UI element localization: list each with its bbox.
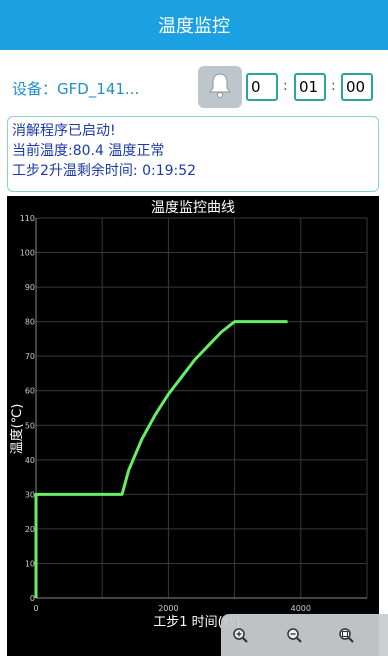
y-tick-label: 70	[25, 352, 35, 361]
y-tick-label: 30	[25, 490, 35, 499]
x-tick-label: 2000	[158, 604, 178, 613]
timer-separator: :	[283, 78, 288, 94]
y-tick-label: 60	[25, 387, 35, 396]
y-tick-label: 110	[20, 214, 35, 223]
chart-svg: 温度监控曲线 工步1 时间(秒) 温度(℃) 01020304050607080…	[9, 200, 368, 630]
zoom-out-icon	[287, 628, 302, 643]
zoom-reset-icon	[339, 628, 354, 643]
zoom-reset-button[interactable]	[335, 624, 357, 646]
timer-minutes-field[interactable]: 01	[294, 73, 326, 101]
y-tick-label: 90	[25, 283, 35, 292]
y-tick-label: 50	[25, 421, 35, 430]
zoom-out-button[interactable]	[283, 624, 305, 646]
page-title: 温度监控	[158, 16, 230, 37]
status-line: 消解程序已启动!	[12, 123, 116, 139]
bell-icon	[205, 70, 235, 104]
zoom-in-icon	[233, 628, 248, 643]
y-tick-label: 20	[25, 525, 35, 534]
status-line: 工步2升温剩余时间: 0:19:52	[12, 163, 197, 179]
y-tick-label: 10	[25, 559, 35, 568]
device-label: 设备：GFD_141...	[12, 80, 140, 98]
y-tick-label: 80	[25, 318, 35, 327]
temperature-chart: 温度监控曲线 工步1 时间(秒) 温度(℃) 0 10 20 30 40 50 60 70 80…	[7, 196, 379, 656]
timer-hours-field[interactable]: 0	[246, 73, 278, 101]
status-panel: 消解程序已启动! 当前温度:80.4 温度正常 工步2升温剩余时间: 0:19:…	[7, 116, 379, 192]
title-bar: 温度监控	[0, 0, 388, 50]
x-tick-label: 4000	[291, 604, 311, 613]
y-tick-label: 100	[20, 249, 35, 258]
alarm-toggle-button[interactable]	[198, 66, 242, 108]
x-tick-label: 0	[33, 604, 38, 613]
y-axis-label: 温度(℃)	[9, 404, 25, 455]
zoom-toolbar	[221, 614, 388, 656]
chart-title: 温度监控曲线	[151, 200, 235, 216]
y-tick-label: 40	[25, 456, 35, 465]
timer-seconds-field[interactable]: 00	[341, 73, 373, 101]
device-row: 设备：GFD_141...	[0, 54, 388, 120]
status-line: 当前温度:80.4 温度正常	[12, 143, 165, 159]
y-tick-label: 0	[30, 594, 35, 603]
timer-separator: :	[331, 78, 336, 94]
zoom-in-button[interactable]	[229, 624, 251, 646]
